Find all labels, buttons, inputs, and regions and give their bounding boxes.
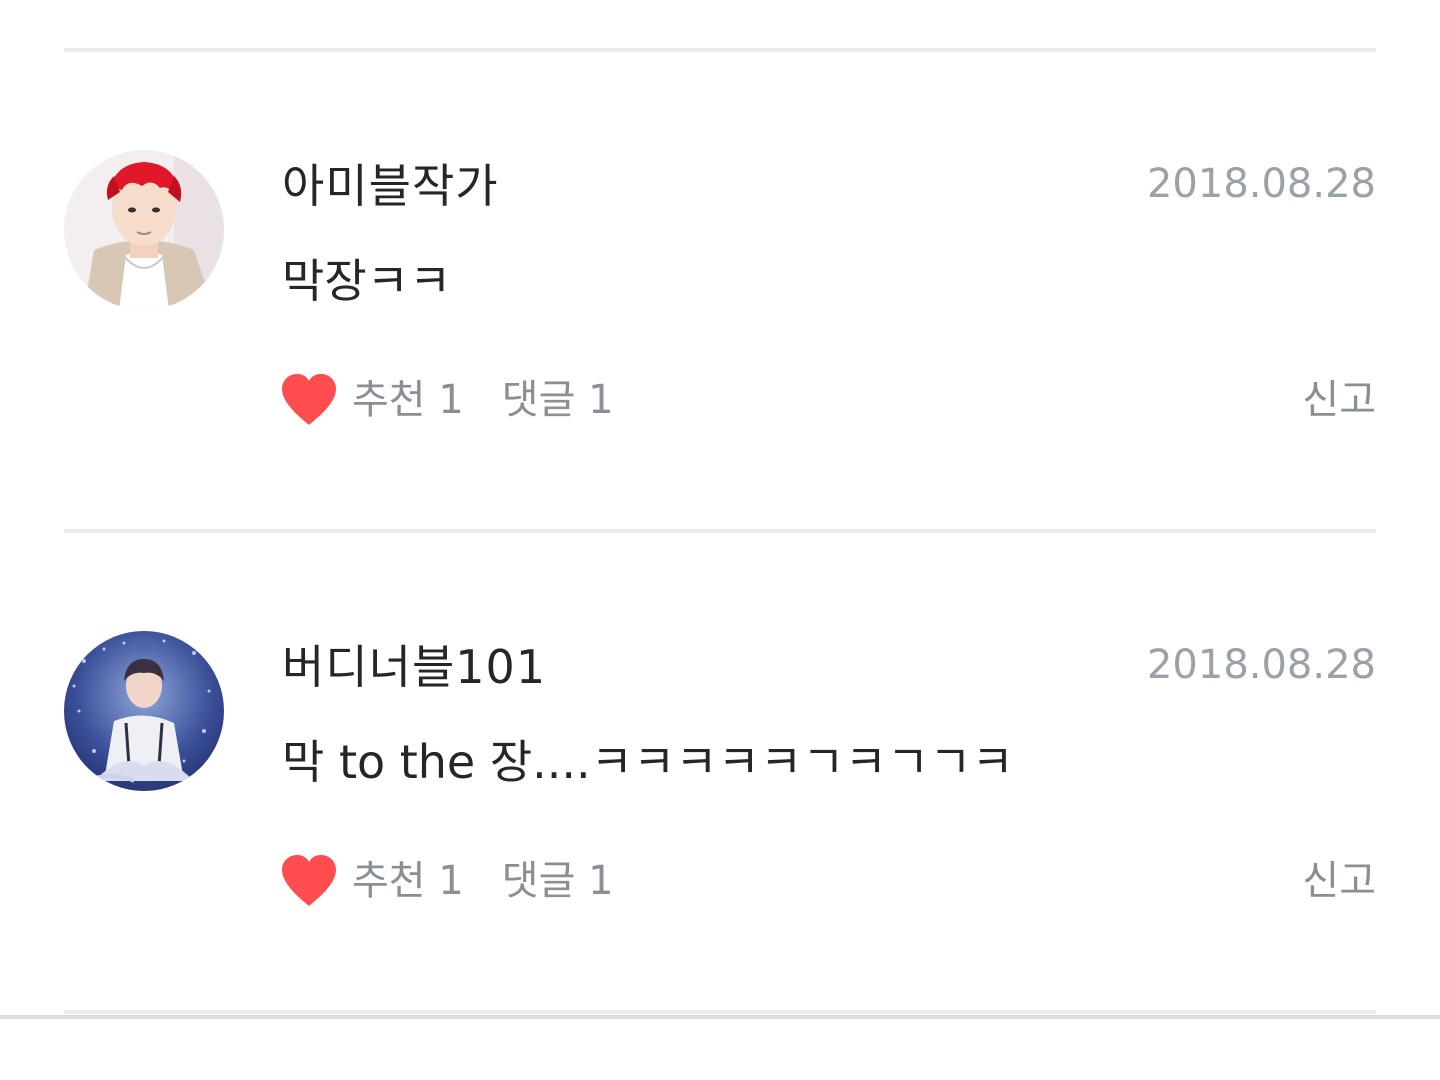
comment-text: 막 to the 장....ㅋㅋㅋㅋㅋㄱㅋㄱㄱㅋ xyxy=(282,735,1014,789)
avatar-red-hair-portrait-icon xyxy=(64,150,224,310)
avatar[interactable] xyxy=(64,631,224,791)
heart-icon[interactable] xyxy=(280,854,338,908)
comment-date: 2018.08.28 xyxy=(1146,642,1376,688)
like-count[interactable]: 추천 1 xyxy=(352,855,464,907)
report-button[interactable]: 신고 xyxy=(1302,855,1376,907)
bottom-edge xyxy=(0,1015,1440,1019)
reply-count[interactable]: 댓글 1 xyxy=(502,855,614,907)
reply-count[interactable]: 댓글 1 xyxy=(502,374,614,426)
comment-item: 버디너블101 2018.08.28 막 to the 장....ㅋㅋㅋㅋㅋㄱㅋ… xyxy=(0,629,1440,929)
avatar-blue-stage-portrait-icon xyxy=(64,631,224,791)
comment-text: 막장ㅋㅋ xyxy=(282,254,452,308)
comment-author[interactable]: 아미블작가 xyxy=(282,158,499,214)
like-count[interactable]: 추천 1 xyxy=(352,374,464,426)
comment-actions: 추천 1 댓글 1 xyxy=(280,853,614,909)
comment-item: 아미블작가 2018.08.28 막장ㅋㅋ 추천 1 댓글 1 신고 xyxy=(0,148,1440,448)
comment-actions: 추천 1 댓글 1 xyxy=(280,372,614,428)
comment-author[interactable]: 버디너블101 xyxy=(282,639,546,695)
heart-icon[interactable] xyxy=(280,373,338,427)
avatar[interactable] xyxy=(64,150,224,310)
divider-top xyxy=(64,48,1376,52)
divider-bottom xyxy=(64,1010,1376,1014)
report-button[interactable]: 신고 xyxy=(1302,374,1376,426)
divider-middle xyxy=(64,529,1376,533)
comment-date: 2018.08.28 xyxy=(1146,161,1376,207)
